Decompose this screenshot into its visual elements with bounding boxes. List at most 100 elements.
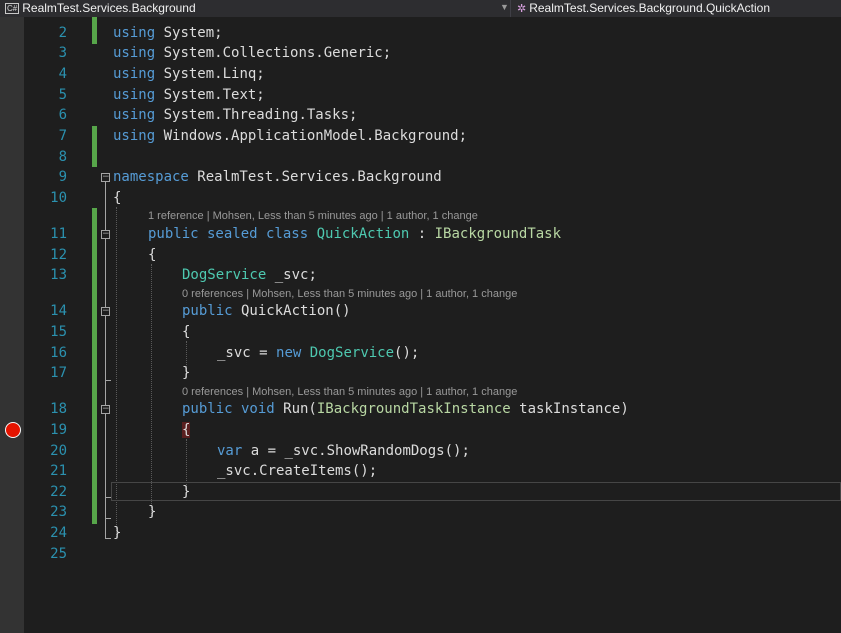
code-line: _svc = new DogService();	[217, 343, 419, 363]
line-number: 24	[50, 525, 67, 541]
line-number: 23	[50, 504, 67, 520]
line-number: 11	[50, 226, 67, 242]
code-line: namespace RealmTest.Services.Background	[113, 167, 442, 187]
navigation-bar: C# RealmTest.Services.Background ▼ ✲ Realm…	[0, 0, 841, 17]
outline-end	[105, 518, 111, 519]
interface-name: IBackgroundTaskInstance	[316, 401, 511, 417]
breakpoint-highlight: {	[182, 422, 191, 438]
codelens-class[interactable]: 1 reference | Mohsen, Less than 5 minute…	[148, 209, 478, 224]
code-text: _svc;	[266, 267, 317, 283]
line-number: 10	[50, 190, 67, 206]
type-name: DogService	[182, 267, 267, 283]
keyword: using	[113, 107, 156, 123]
type-dropdown[interactable]: ✲ RealmTest.Services.Background.QuickActi…	[517, 0, 770, 16]
collapse-class-icon[interactable]: −	[101, 230, 110, 239]
code-text: ();	[394, 345, 420, 361]
change-marker	[92, 208, 97, 524]
breakpoint-icon[interactable]	[5, 422, 21, 438]
indent-guide	[151, 264, 152, 516]
code-line: }	[182, 484, 191, 500]
codelens-run[interactable]: 0 references | Mohsen, Less than 5 minut…	[182, 385, 517, 400]
keyword: using	[113, 25, 156, 41]
keyword: public void	[182, 401, 275, 417]
code-line: {	[148, 247, 157, 263]
code-text: taskInstance)	[510, 401, 629, 417]
line-number: 7	[58, 128, 67, 144]
code-text: System.Collections.Generic;	[155, 45, 392, 61]
keyword: using	[113, 128, 156, 144]
collapse-namespace-icon[interactable]: −	[101, 173, 110, 182]
line-number: 14	[50, 303, 67, 319]
code-text: Run(	[274, 401, 317, 417]
interface-name: IBackgroundTask	[434, 226, 562, 242]
line-number: 12	[50, 247, 67, 263]
collapse-method-icon[interactable]: −	[101, 405, 110, 414]
type-dropdown-label: RealmTest.Services.Background.QuickActio…	[529, 1, 770, 15]
code-text: System.Linq;	[155, 66, 265, 82]
keyword: public	[182, 303, 233, 319]
line-number: 20	[50, 443, 67, 459]
code-text: Windows.ApplicationModel.Background;	[155, 128, 468, 144]
glyph-margin[interactable]	[0, 17, 24, 633]
type-name: QuickAction	[316, 226, 410, 242]
code-line: public sealed class QuickAction : IBackg…	[148, 224, 561, 244]
line-number: 19	[50, 422, 67, 438]
line-number: 22	[50, 484, 67, 500]
code-line: {	[182, 420, 191, 440]
keyword: using	[113, 45, 156, 61]
code-line: _svc.CreateItems();	[217, 463, 378, 479]
keyword: new	[276, 345, 302, 361]
code-line: using System.Text;	[113, 85, 265, 105]
code-text: RealmTest.Services.Background	[188, 169, 442, 185]
type-name: DogService	[309, 345, 395, 361]
code-line: using System.Collections.Generic;	[113, 43, 391, 63]
current-line-highlight	[111, 482, 841, 501]
csharp-project-icon: C#	[5, 3, 20, 14]
project-dropdown-label: RealmTest.Services.Background	[22, 1, 196, 15]
project-dropdown[interactable]: C# RealmTest.Services.Background	[5, 0, 196, 16]
outline-end	[105, 538, 111, 539]
line-number: 4	[58, 66, 67, 82]
line-number: 9	[58, 169, 67, 185]
collapse-constructor-icon[interactable]: −	[101, 307, 110, 316]
code-text: System;	[155, 25, 223, 41]
line-number: 15	[50, 324, 67, 340]
line-number: 2	[58, 25, 67, 41]
nav-divider	[510, 0, 511, 17]
change-marker	[92, 126, 97, 167]
chevron-down-icon[interactable]: ▼	[500, 2, 509, 12]
code-line: {	[113, 190, 122, 206]
code-text: QuickAction()	[232, 303, 351, 319]
keyword: namespace	[113, 169, 189, 185]
code-line: public QuickAction()	[182, 301, 351, 321]
code-line: using Windows.ApplicationModel.Backgroun…	[113, 126, 467, 146]
code-line: {	[182, 324, 191, 340]
keyword: using	[113, 87, 156, 103]
line-number: 21	[50, 463, 67, 479]
keyword: public sealed class	[148, 226, 309, 242]
code-text: System.Text;	[155, 87, 265, 103]
code-line: }	[182, 365, 191, 381]
line-number: 3	[58, 45, 67, 61]
line-number: 18	[50, 401, 67, 417]
codelens-constructor[interactable]: 0 references | Mohsen, Less than 5 minut…	[182, 287, 517, 302]
code-line: using System;	[113, 23, 223, 43]
line-number: 5	[58, 87, 67, 103]
code-text: System.Threading.Tasks;	[155, 107, 358, 123]
code-line: DogService _svc;	[182, 265, 317, 285]
line-number: 13	[50, 267, 67, 283]
outline-end	[105, 380, 111, 381]
code-line: using System.Threading.Tasks;	[113, 105, 357, 125]
code-text: _svc =	[217, 345, 277, 361]
code-text: :	[409, 226, 435, 242]
class-icon: ✲	[517, 3, 527, 15]
code-line: using System.Linq;	[113, 64, 265, 84]
change-marker	[92, 17, 97, 44]
code-line: var a = _svc.ShowRandomDogs();	[217, 441, 470, 461]
keyword: using	[113, 66, 156, 82]
line-number: 17	[50, 365, 67, 381]
line-number: 6	[58, 107, 67, 123]
code-line: }	[148, 504, 157, 520]
line-number: 16	[50, 345, 67, 361]
line-number: 25	[50, 546, 67, 562]
